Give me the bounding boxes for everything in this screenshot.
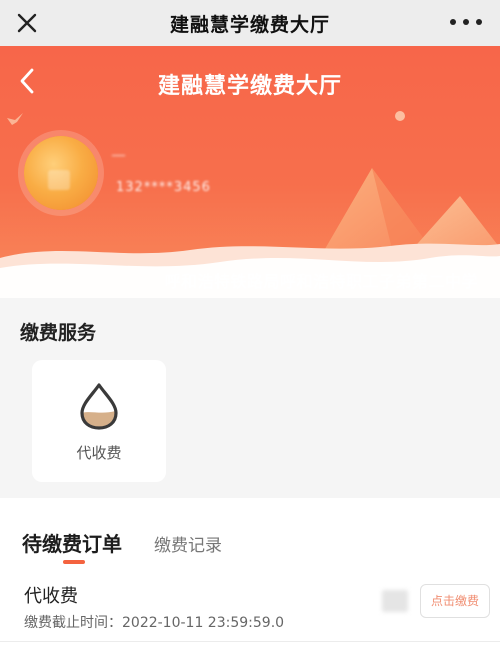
user-phone: 132****3456 <box>116 180 211 195</box>
tab-payment-records[interactable]: 缴费记录 <box>154 531 222 556</box>
order-amount-blurred <box>382 590 408 612</box>
user-name: __ <box>112 142 125 157</box>
order-deadline: 缴费截止时间：2022-10-11 23:59:59.0 <box>24 615 285 631</box>
bird-icon <box>7 113 23 125</box>
divider <box>0 641 500 642</box>
header-banner: 建融慧学缴费大厅 __ 132****3456 呼和浩特铁路局呼和浩特职工子弟第… <box>0 46 500 298</box>
close-icon[interactable] <box>12 8 42 38</box>
pay-button[interactable]: 点击缴费 <box>420 584 490 618</box>
orders-section: 待缴费订单 缴费记录 代收费 缴费截止时间：2022-10-11 23:59:5… <box>0 498 500 666</box>
window-title: 建融慧学缴费大厅 <box>169 13 330 36</box>
more-dots-icon[interactable] <box>450 14 482 30</box>
wechat-top-bar: 建融慧学缴费大厅 <box>0 0 500 46</box>
page-title: 建融慧学缴费大厅 <box>157 74 342 99</box>
service-item-collection[interactable]: 代收费 <box>32 360 166 482</box>
tab-active-indicator <box>63 560 85 564</box>
avatar[interactable] <box>24 136 98 210</box>
service-item-label: 代收费 <box>76 444 122 462</box>
order-title: 代收费 <box>24 586 78 607</box>
school-name: 呼和浩特铁路局呼和浩特职工子弟第二中学 <box>164 272 478 291</box>
water-drop-icon <box>80 383 118 430</box>
payment-services-section: 缴费服务 代收费 <box>0 298 500 498</box>
avatar-blur <box>48 170 70 190</box>
tab-pending-orders[interactable]: 待缴费订单 <box>22 528 122 557</box>
section-title: 缴费服务 <box>20 322 97 344</box>
